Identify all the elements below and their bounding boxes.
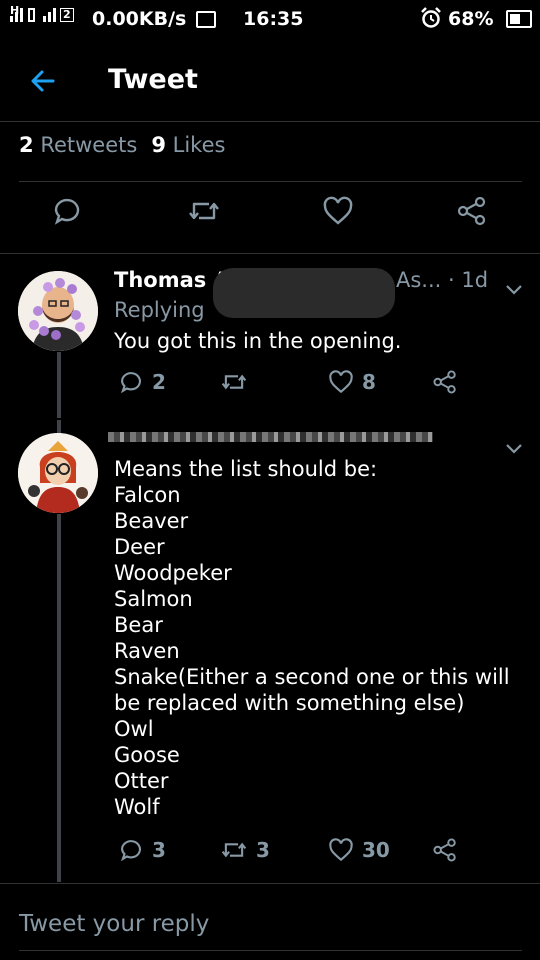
retweet-button[interactable]: 3 xyxy=(220,837,270,863)
reply-actions: 2 8 xyxy=(114,369,534,399)
reply-text: Means the list should be: Falcon Beaver … xyxy=(114,457,510,819)
avatar[interactable] xyxy=(18,433,98,513)
reply-text: You got this in the opening. xyxy=(114,329,402,353)
obscured-author-name xyxy=(108,432,433,442)
retweets-stat[interactable]: 2 Retweets xyxy=(19,133,137,157)
retweets-count: 2 xyxy=(19,133,34,157)
share-button[interactable] xyxy=(432,369,458,395)
page-title: Tweet xyxy=(108,64,198,95)
back-arrow-icon[interactable] xyxy=(28,66,58,96)
like-count: 30 xyxy=(362,838,390,862)
retweet-button[interactable] xyxy=(220,369,256,395)
reply-actions: 3 3 30 xyxy=(114,837,534,867)
network-speed: 0.00KB/s xyxy=(92,8,187,30)
clock: 16:35 xyxy=(243,8,304,30)
tweet-actions xyxy=(0,195,540,239)
reply-input-underline xyxy=(19,950,522,951)
reply-button[interactable]: 2 xyxy=(118,369,166,395)
like-button[interactable]: 8 xyxy=(328,369,376,395)
battery-icon xyxy=(506,10,532,28)
avatar[interactable] xyxy=(18,271,98,351)
battery-percent: 68% xyxy=(448,8,494,30)
share-icon[interactable] xyxy=(456,195,490,229)
thread-line xyxy=(57,514,61,882)
thread-line xyxy=(57,352,61,418)
reply-meta: As... · 1d xyxy=(396,268,489,292)
image-notification-icon xyxy=(196,11,216,28)
composer-divider xyxy=(0,883,540,884)
actions-divider xyxy=(0,253,540,254)
like-icon[interactable] xyxy=(322,195,356,229)
redaction-mark xyxy=(213,268,395,318)
network-type-label: H xyxy=(10,4,20,17)
share-button[interactable] xyxy=(432,837,458,863)
alarm-icon xyxy=(420,7,442,34)
like-button[interactable]: 30 xyxy=(328,837,390,863)
chevron-down-icon[interactable] xyxy=(505,281,523,295)
retweets-label: Retweets xyxy=(40,133,138,157)
reply-icon[interactable] xyxy=(51,195,85,229)
like-count: 8 xyxy=(362,370,376,394)
reply-count: 2 xyxy=(152,370,166,394)
tweet-stats: 2 Retweets 9 Likes xyxy=(19,133,225,157)
stats-divider xyxy=(19,181,522,182)
likes-stat[interactable]: 9 Likes xyxy=(151,133,225,157)
likes-count: 9 xyxy=(151,133,166,157)
likes-label: Likes xyxy=(172,133,226,157)
reply-input[interactable]: Tweet your reply xyxy=(19,911,209,937)
reply-button[interactable]: 3 xyxy=(118,837,166,863)
replying-to: Replying xyxy=(114,298,205,322)
status-bar: H 2 0.00KB/s 16:35 68% xyxy=(0,0,540,38)
header-divider xyxy=(0,121,540,122)
retweet-icon[interactable] xyxy=(187,195,221,229)
chevron-down-icon[interactable] xyxy=(505,440,523,454)
signal-icon: H 2 xyxy=(10,4,74,22)
reply-count: 3 xyxy=(152,838,166,862)
thread-line xyxy=(57,420,61,434)
retweet-count: 3 xyxy=(256,838,270,862)
sim2-label: 2 xyxy=(60,8,74,22)
